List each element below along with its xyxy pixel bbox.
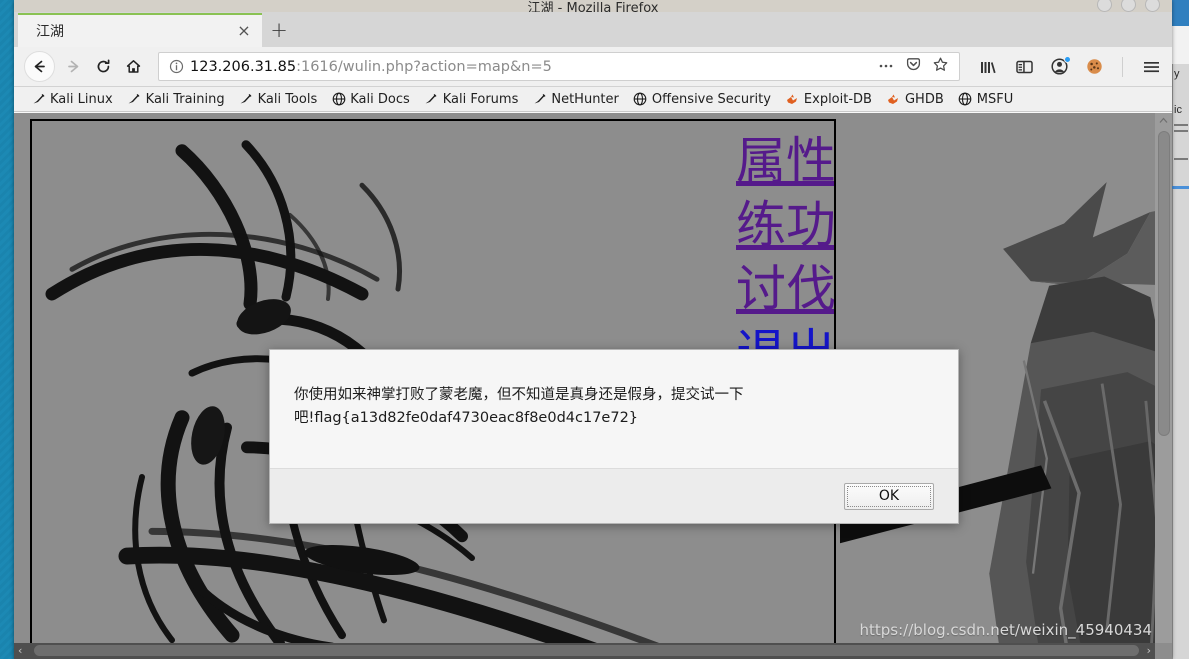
- scroll-up-arrow-icon[interactable]: [1155, 113, 1172, 128]
- pocket-icon[interactable]: [905, 56, 922, 77]
- reload-button[interactable]: [88, 52, 118, 82]
- dialog-footer: OK: [270, 468, 958, 523]
- cookie-icon[interactable]: [1083, 56, 1105, 78]
- exploit-db-icon: [886, 92, 901, 107]
- menu-link-practice[interactable]: 练功: [736, 197, 834, 253]
- bookmark-offensive-security[interactable]: Offensive Security: [626, 89, 778, 110]
- background-window-label-ic: ic: [1174, 104, 1182, 116]
- back-button[interactable]: [24, 51, 55, 82]
- url-path: :1616/wulin.php?action=map&n=5: [296, 58, 552, 75]
- scroll-right-arrow-icon[interactable]: ›: [1147, 644, 1151, 657]
- close-tab-icon[interactable]: ×: [234, 21, 254, 41]
- minimize-button[interactable]: [1097, 0, 1112, 12]
- globe-icon: [331, 92, 346, 107]
- csdn-watermark: https://blog.csdn.net/weixin_45940434: [859, 621, 1152, 639]
- bookmark-label: Kali Docs: [350, 91, 410, 107]
- bookmark-ghdb[interactable]: GHDB: [879, 89, 951, 110]
- menu-link-crusade[interactable]: 讨伐: [736, 261, 834, 317]
- bookmark-kali-forums[interactable]: Kali Forums: [417, 89, 526, 110]
- ok-button[interactable]: OK: [844, 482, 934, 510]
- bookmark-label: GHDB: [904, 91, 944, 107]
- background-window-toolbar: [1172, 26, 1189, 64]
- horizontal-scrollbar[interactable]: ‹ ›: [14, 643, 1155, 659]
- tab-title: 江湖: [36, 24, 64, 40]
- dialog-body: 你使用如来神掌打败了蒙老魔，但不知道是真身还是假身，提交试一下吧!flag{a1…: [270, 350, 958, 468]
- forward-button[interactable]: [58, 52, 88, 82]
- firefox-window: 江湖 - Mozilla Firefox 江湖 × + 123.206.31.8…: [14, 0, 1172, 659]
- bookmark-kali-linux[interactable]: Kali Linux: [24, 89, 120, 110]
- reload-icon: [97, 59, 109, 73]
- menu-link-attributes[interactable]: 属性: [736, 133, 834, 189]
- javascript-alert-dialog: 你使用如来神掌打败了蒙老魔，但不知道是真身还是假身，提交试一下吧!flag{a1…: [269, 349, 959, 524]
- globe-icon: [633, 92, 648, 107]
- bookmark-star-icon[interactable]: [932, 56, 949, 77]
- background-window-accent: [1172, 186, 1189, 189]
- globe-icon: [958, 92, 973, 107]
- bookmark-msfu[interactable]: MSFU: [951, 89, 1020, 110]
- kali-tool-icon: [424, 92, 439, 107]
- page-info-icon[interactable]: [165, 56, 187, 78]
- bookmark-label: Kali Tools: [257, 91, 318, 107]
- toolbar-right-icons: [964, 55, 1162, 78]
- window-title: 江湖 - Mozilla Firefox: [527, 1, 659, 12]
- bookmark-label: Kali Forums: [442, 91, 519, 107]
- home-icon: [126, 60, 140, 73]
- bookmark-label: Exploit-DB: [803, 91, 872, 107]
- page-content: 属性 练功 讨伐 退出 https://blog.csdn.net/weixin…: [14, 113, 1172, 659]
- bookmark-exploit-db[interactable]: Exploit-DB: [778, 89, 879, 110]
- bookmark-label: NetHunter: [551, 91, 619, 107]
- bookmark-label: Kali Linux: [50, 91, 113, 107]
- background-window[interactable]: [1172, 0, 1189, 659]
- bookmark-kali-tools[interactable]: Kali Tools: [232, 89, 325, 110]
- exploit-db-icon: [785, 92, 800, 107]
- sidebar-icon[interactable]: [1013, 56, 1035, 78]
- background-window-rule: [1174, 158, 1188, 160]
- bookmark-kali-training[interactable]: Kali Training: [120, 89, 232, 110]
- tab-strip: 江湖 × +: [14, 12, 1172, 47]
- bookmarks-bar: Kali Linux Kali Training Kali Tools Kali…: [14, 87, 1172, 112]
- background-window-rule: [1174, 130, 1188, 132]
- background-window-titlebar: [1172, 0, 1189, 26]
- ellipsis-icon[interactable]: [877, 57, 895, 76]
- new-tab-button[interactable]: +: [262, 13, 296, 47]
- bookmark-label: Offensive Security: [651, 91, 771, 107]
- arrow-left-icon: [34, 60, 45, 73]
- kali-tool-icon: [532, 92, 547, 107]
- navigation-toolbar: 123.206.31.85:1616/wulin.php?action=map&…: [14, 47, 1172, 87]
- background-window-rule: [1174, 124, 1188, 126]
- scroll-left-arrow-icon[interactable]: ‹: [18, 644, 22, 657]
- home-button[interactable]: [118, 52, 148, 82]
- library-icon[interactable]: [978, 56, 1000, 78]
- kali-tool-icon: [127, 92, 142, 107]
- arrow-right-icon: [67, 60, 78, 73]
- bookmark-kali-docs[interactable]: Kali Docs: [324, 89, 417, 110]
- dialog-message: 你使用如来神掌打败了蒙老魔，但不知道是真身还是假身，提交试一下吧!flag{a1…: [294, 387, 744, 427]
- address-bar-icons: [877, 56, 953, 77]
- vertical-scrollbar[interactable]: [1155, 113, 1172, 643]
- url-host: 123.206.31.85: [190, 58, 297, 75]
- url-text[interactable]: 123.206.31.85:1616/wulin.php?action=map&…: [187, 59, 877, 75]
- tab-jianghu[interactable]: 江湖 ×: [18, 13, 262, 47]
- screen: y ic 江湖 - Mozilla Firefox 江湖 × + 123.206…: [0, 0, 1189, 659]
- vertical-scrollbar-thumb[interactable]: [1158, 131, 1170, 436]
- account-icon[interactable]: [1048, 55, 1071, 78]
- maximize-button[interactable]: [1121, 0, 1136, 12]
- address-bar[interactable]: 123.206.31.85:1616/wulin.php?action=map&…: [158, 52, 960, 81]
- kali-tool-icon: [31, 92, 46, 107]
- window-controls: [1097, 0, 1160, 12]
- horizontal-scrollbar-thumb[interactable]: [34, 645, 1139, 656]
- bookmark-label: MSFU: [976, 91, 1014, 107]
- bookmark-label: Kali Training: [145, 91, 225, 107]
- account-notification-dot: [1064, 55, 1071, 63]
- close-window-button[interactable]: [1145, 0, 1160, 12]
- hamburger-menu-icon[interactable]: [1140, 56, 1162, 78]
- toolbar-separator: [1122, 56, 1123, 77]
- kali-tool-icon: [239, 92, 254, 107]
- titlebar: 江湖 - Mozilla Firefox: [14, 0, 1172, 12]
- background-window-label-y: y: [1174, 68, 1180, 80]
- bookmark-nethunter[interactable]: NetHunter: [525, 89, 626, 110]
